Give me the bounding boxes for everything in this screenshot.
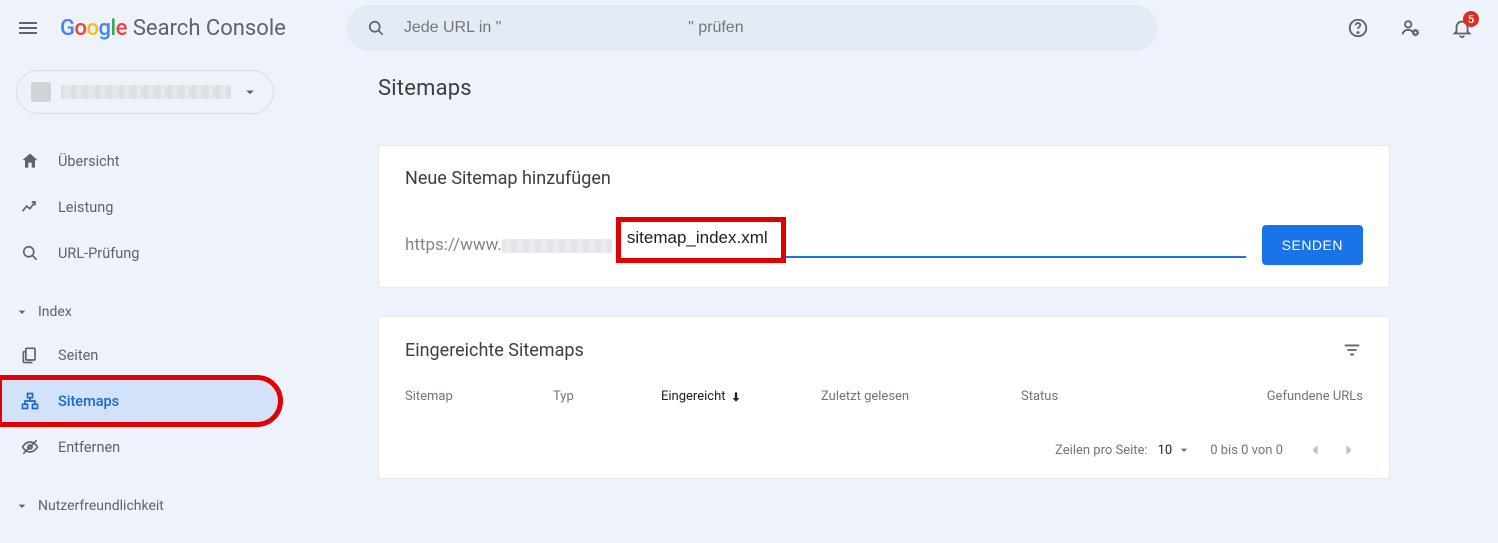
sidebar-item-performance[interactable]: Leistung: [0, 184, 280, 230]
sidebar-item-label: Seiten: [58, 347, 98, 364]
chevron-down-icon: [14, 304, 30, 320]
sidebar-item-sitemaps[interactable]: Sitemaps: [0, 378, 280, 424]
pages-icon: [20, 345, 40, 365]
sidebar-item-overview[interactable]: Übersicht: [0, 138, 280, 184]
chevron-down-icon: [241, 83, 259, 101]
sidebar-item-label: Entfernen: [58, 439, 120, 456]
notifications-button[interactable]: 5: [1442, 8, 1482, 48]
page-title: Sitemaps: [378, 76, 1470, 101]
filter-icon[interactable]: [1341, 339, 1363, 361]
domain-redacted: [502, 239, 612, 253]
pager-range: 0 bis 0 von 0: [1210, 443, 1283, 458]
sidebar-item-pages[interactable]: Seiten: [0, 332, 280, 378]
sidebar-item-label: Sitemaps: [58, 393, 119, 410]
sidebar-item-label: URL-Prüfung: [58, 245, 139, 262]
hamburger-menu-icon[interactable]: [16, 16, 40, 40]
search-icon: [366, 18, 386, 38]
google-wordmark: Google: [60, 16, 127, 41]
submitted-sitemaps-card: Eingereichte Sitemaps Sitemap Typ Einger…: [378, 316, 1390, 479]
sitemap-url-prefix: https://www.: [405, 235, 612, 265]
main-content: Sitemaps Neue Sitemap hinzufügen https:/…: [290, 56, 1498, 543]
trend-icon: [20, 197, 40, 217]
sitemap-path-input[interactable]: [625, 222, 775, 254]
sidebar-group-index[interactable]: Index: [0, 292, 290, 332]
arrow-down-icon: [729, 390, 743, 404]
col-submitted[interactable]: Eingereicht: [661, 389, 821, 404]
table-pager: Zeilen pro Seite: 10 0 bis 0 von 0: [405, 436, 1363, 464]
home-icon: [20, 151, 40, 171]
add-sitemap-card: Neue Sitemap hinzufügen https://www. SEN…: [378, 145, 1390, 288]
col-status[interactable]: Status: [1021, 389, 1231, 404]
col-sitemap[interactable]: Sitemap: [405, 389, 553, 404]
help-button[interactable]: [1338, 8, 1378, 48]
col-discovered-urls[interactable]: Gefundene URLs: [1231, 389, 1363, 404]
hidden-icon: [20, 437, 40, 457]
sidebar-item-label: Leistung: [58, 199, 113, 216]
sidebar-item-removals[interactable]: Entfernen: [0, 424, 280, 470]
add-sitemap-title: Neue Sitemap hinzufügen: [405, 168, 1363, 189]
pager-prev-button[interactable]: [1301, 436, 1329, 464]
notification-badge: 5: [1463, 11, 1479, 27]
sidebar-item-url-inspection[interactable]: URL-Prüfung: [0, 230, 280, 276]
rows-per-page-label: Zeilen pro Seite:: [1055, 443, 1147, 458]
chevron-down-icon: [14, 498, 30, 514]
pager-next-button[interactable]: [1335, 436, 1363, 464]
sidebar: Übersicht Leistung URL-Prüfung Index: [0, 56, 290, 543]
url-inspection-input[interactable]: [404, 19, 1138, 37]
property-selector[interactable]: [16, 70, 274, 114]
account-settings-button[interactable]: [1390, 8, 1430, 48]
sidebar-group-label: Nutzerfreundlichkeit: [38, 498, 164, 514]
submitted-sitemaps-title: Eingereichte Sitemaps: [405, 340, 584, 361]
sidebar-group-ux[interactable]: Nutzerfreundlichkeit: [0, 486, 290, 526]
property-favicon: [31, 82, 51, 102]
submit-sitemap-button[interactable]: SENDEN: [1262, 225, 1363, 265]
sidebar-item-label: Übersicht: [58, 153, 119, 170]
google-search-console-logo: Google Search Console: [60, 16, 286, 41]
sitemap-icon: [20, 391, 40, 411]
property-name-redacted: [61, 85, 231, 99]
col-type[interactable]: Typ: [553, 389, 661, 404]
col-last-read[interactable]: Zuletzt gelesen: [821, 389, 1021, 404]
rows-per-page-select[interactable]: 10: [1158, 442, 1193, 458]
sitemap-table-header: Sitemap Typ Eingereicht Zuletzt gelesen …: [405, 379, 1363, 414]
search-icon: [20, 243, 40, 263]
product-name: Search Console: [133, 16, 286, 41]
url-inspection-searchbox[interactable]: [346, 5, 1158, 51]
sidebar-group-label: Index: [38, 304, 72, 320]
